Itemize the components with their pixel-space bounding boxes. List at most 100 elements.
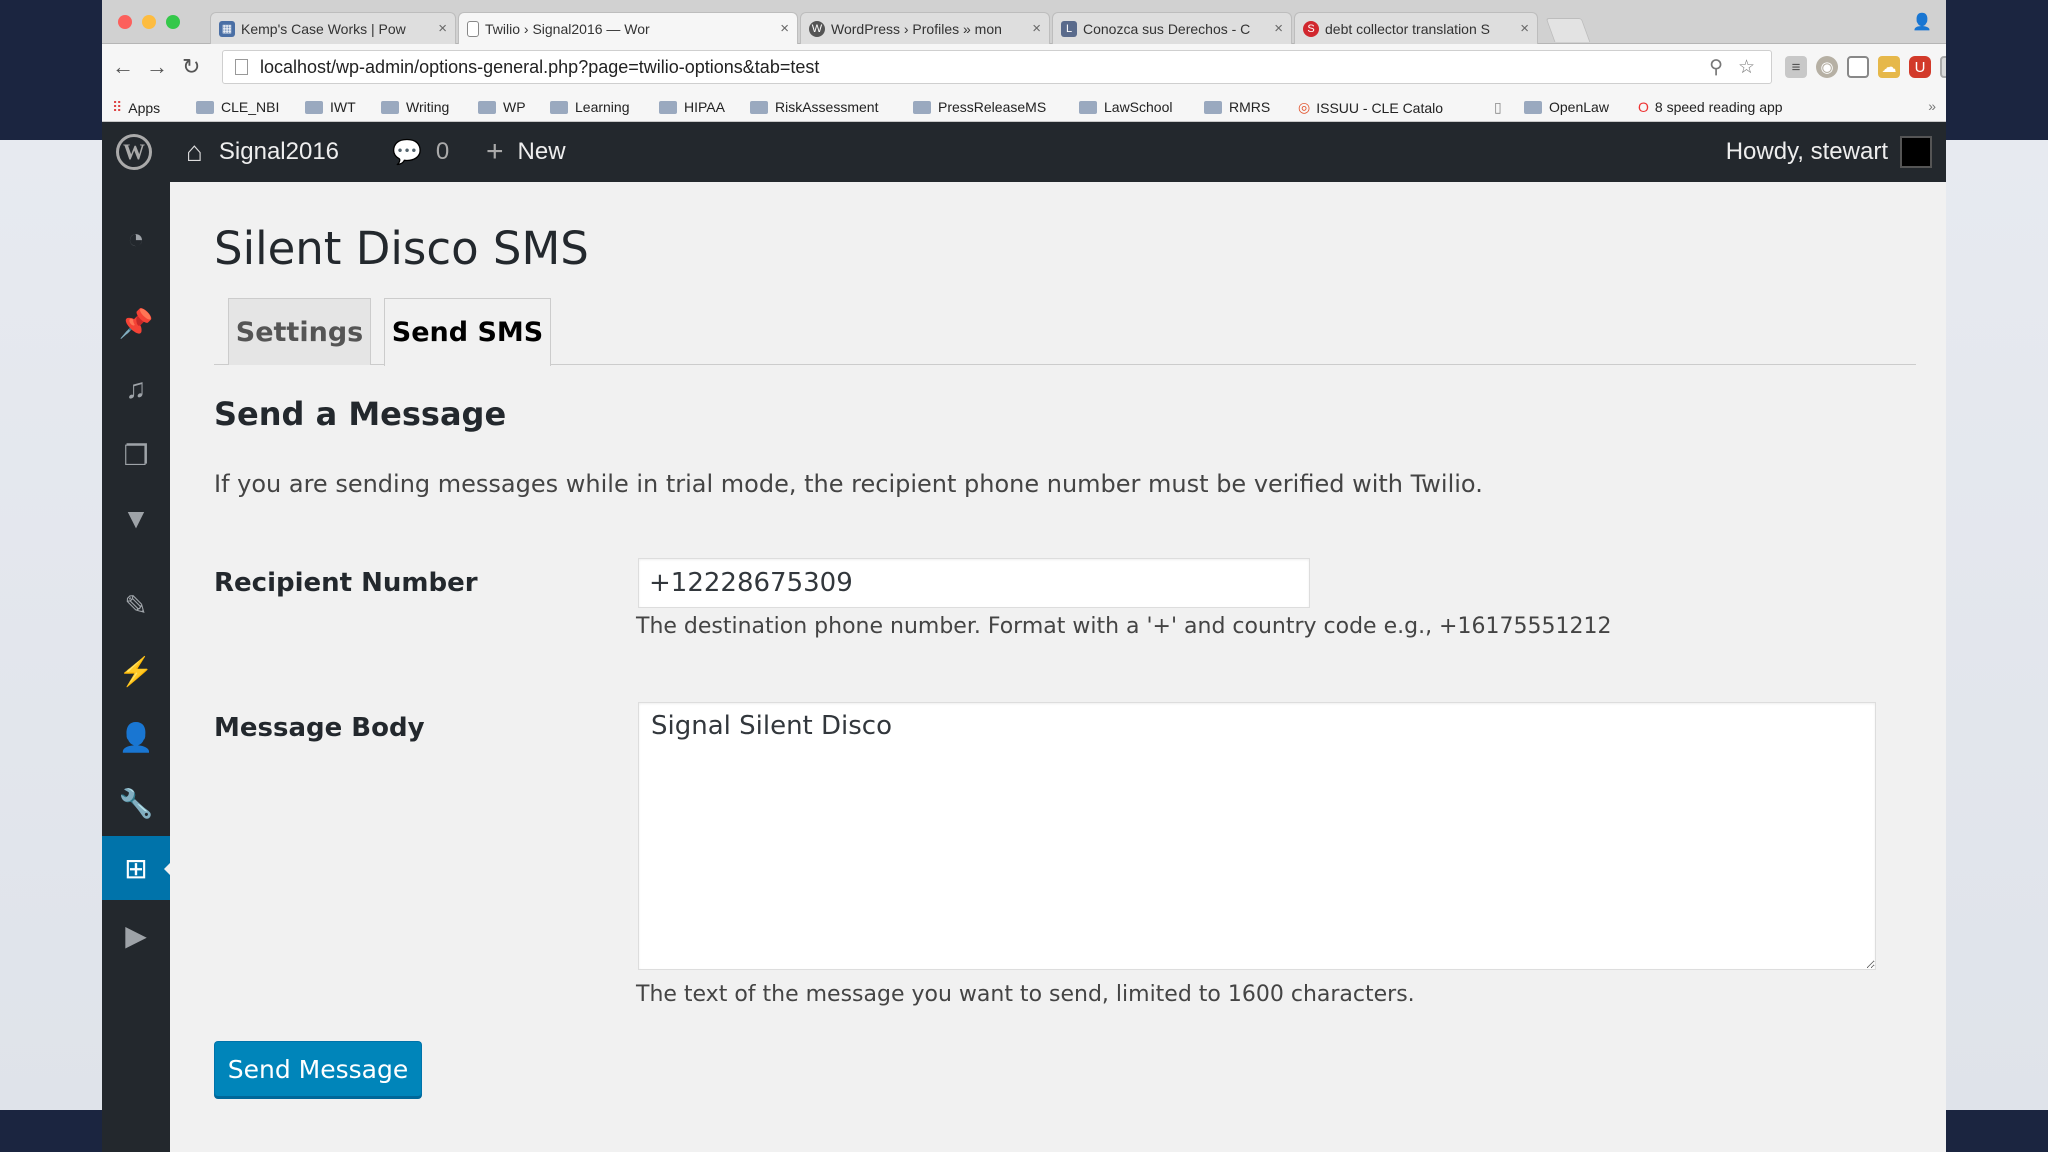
- comment-bubble-icon: 💬: [392, 138, 422, 166]
- apps-grid-icon: ⠿: [112, 99, 123, 115]
- close-tab-icon[interactable]: ×: [438, 20, 447, 37]
- site-name-link[interactable]: ⌂ Signal2016: [186, 122, 339, 182]
- new-content-link[interactable]: + New: [486, 122, 566, 182]
- message-body-description: The text of the message you want to send…: [636, 982, 1415, 1007]
- appearance-icon[interactable]: ✎: [102, 578, 170, 632]
- minimize-window-button[interactable]: [142, 15, 156, 29]
- folder-icon: [1204, 100, 1222, 114]
- tab-title: WordPress › Profiles » mon: [831, 20, 1002, 37]
- folder-icon: [913, 100, 931, 114]
- tab-title: debt collector translation S: [1325, 20, 1490, 37]
- account-menu[interactable]: Howdy, stewart: [1726, 122, 1932, 182]
- admin-menu-sidebar: ◔ 📌 ♫ ❐ ▼ ✎ ⚡ 👤 🔧 ⊞ ▶: [102, 182, 170, 1152]
- translate-icon: S: [1303, 20, 1319, 37]
- browser-tab-3[interactable]: W WordPress › Profiles » mon ×: [800, 12, 1050, 44]
- bookmarks-overflow-icon[interactable]: »: [1928, 98, 1936, 114]
- folder-icon: [478, 100, 496, 114]
- backdrop-right: [1946, 0, 2048, 1152]
- back-icon[interactable]: ←: [112, 54, 134, 80]
- close-tab-icon[interactable]: ×: [1274, 20, 1283, 37]
- dashboard-icon[interactable]: ◔: [102, 212, 170, 266]
- bookmark-folder[interactable]: CLE_NBI: [196, 99, 279, 115]
- folder-icon: [305, 100, 323, 114]
- bookmark-star-icon[interactable]: ☆: [1738, 56, 1755, 79]
- bookmark-folder[interactable]: HIPAA: [659, 99, 725, 115]
- comments-count: 0: [435, 138, 450, 165]
- recipient-number-input[interactable]: [638, 558, 1310, 608]
- browser-tab-2-active[interactable]: Twilio › Signal2016 — Wor ×: [458, 12, 798, 44]
- bookmark-speed-reading[interactable]: O8 speed reading app: [1638, 99, 1783, 115]
- users-icon[interactable]: 👤: [102, 710, 170, 764]
- close-window-button[interactable]: [118, 15, 132, 29]
- play-icon[interactable]: ▶: [102, 908, 170, 962]
- folder-icon: [550, 100, 568, 114]
- browser-window: ▦ Kemp's Case Works | Pow × Twilio › Sig…: [102, 0, 1946, 1152]
- zoom-icon[interactable]: ⚲: [1709, 56, 1723, 79]
- bookmark-page[interactable]: ▯: [1494, 99, 1508, 116]
- tab-strip: ▦ Kemp's Case Works | Pow × Twilio › Sig…: [102, 0, 1946, 44]
- settings-icon[interactable]: ⊞: [102, 836, 170, 900]
- bookmark-folder[interactable]: RiskAssessment: [750, 99, 878, 115]
- media-icon[interactable]: ♫: [102, 362, 170, 416]
- reload-icon[interactable]: ↻: [182, 54, 200, 80]
- browser-tab-5[interactable]: S debt collector translation S ×: [1294, 12, 1538, 44]
- cast-icon[interactable]: [1847, 56, 1869, 78]
- folder-icon: [381, 100, 399, 114]
- forward-icon[interactable]: →: [146, 54, 168, 80]
- extension-icon[interactable]: ◉: [1816, 56, 1838, 78]
- opera-icon: O: [1638, 99, 1649, 115]
- main-content: Silent Disco SMS Settings Send SMS Send …: [170, 182, 1946, 1152]
- browser-tab-4[interactable]: L Conozca sus Derechos - C ×: [1052, 12, 1292, 44]
- message-body-label: Message Body: [214, 713, 425, 743]
- lh-icon: L: [1061, 20, 1077, 37]
- page-icon: [235, 59, 248, 75]
- wordpress-logo-icon: W: [116, 134, 152, 170]
- new-tab-button[interactable]: [1545, 18, 1591, 42]
- backdrop-left: [0, 0, 102, 1152]
- extension-icon[interactable]: [1940, 56, 1946, 78]
- avatar: [1900, 136, 1932, 168]
- shield-icon[interactable]: U: [1909, 56, 1931, 78]
- tab-settings[interactable]: Settings: [228, 298, 371, 365]
- folder-icon: [750, 100, 768, 114]
- extension-icon[interactable]: ☁: [1878, 56, 1900, 78]
- bookmark-folder[interactable]: IWT: [305, 99, 356, 115]
- section-title: Send a Message: [214, 395, 507, 433]
- close-tab-icon[interactable]: ×: [1520, 20, 1529, 37]
- close-tab-icon[interactable]: ×: [1032, 20, 1041, 37]
- send-message-button[interactable]: Send Message: [214, 1041, 422, 1097]
- new-label: New: [517, 138, 566, 165]
- bookmark-folder[interactable]: OpenLaw: [1524, 99, 1609, 115]
- bookmark-folder[interactable]: WP: [478, 99, 526, 115]
- zoom-window-button[interactable]: [166, 15, 180, 29]
- site-name: Signal2016: [218, 138, 340, 165]
- wp-logo-menu[interactable]: W: [116, 122, 152, 182]
- page-title: Silent Disco SMS: [214, 222, 589, 275]
- bookmark-folder[interactable]: Learning: [550, 99, 630, 115]
- profile-icon[interactable]: 👤: [1912, 12, 1932, 32]
- url-text: localhost/wp-admin/options-general.php?p…: [260, 56, 820, 77]
- tools-icon[interactable]: 🔧: [102, 776, 170, 830]
- address-bar[interactable]: localhost/wp-admin/options-general.php?p…: [222, 50, 1772, 84]
- close-tab-icon[interactable]: ×: [780, 20, 789, 37]
- bookmark-folder[interactable]: Writing: [381, 99, 449, 115]
- comments-icon[interactable]: ▼: [102, 492, 170, 546]
- comments-link[interactable]: 💬 0: [392, 122, 449, 182]
- browser-tab-1[interactable]: ▦ Kemp's Case Works | Pow ×: [210, 12, 456, 44]
- message-body-textarea[interactable]: Signal Silent Disco: [638, 702, 1876, 970]
- tab-send-sms[interactable]: Send SMS: [384, 298, 551, 366]
- page-icon: ▯: [1494, 99, 1502, 115]
- pages-icon[interactable]: ❐: [102, 428, 170, 482]
- posts-pin-icon[interactable]: 📌: [102, 296, 170, 350]
- tab-title: Kemp's Case Works | Pow: [241, 20, 406, 37]
- tab-title: Twilio › Signal2016 — Wor: [485, 20, 650, 37]
- bookmark-issuu[interactable]: ◎ ISSUU - CLE Catalo: [1298, 99, 1443, 116]
- bookmark-folder[interactable]: LawSchool: [1079, 99, 1173, 115]
- bookmark-folder[interactable]: RMRS: [1204, 99, 1270, 115]
- bookmark-apps[interactable]: ⠿ Apps: [112, 99, 160, 116]
- bookmark-folder[interactable]: PressReleaseMS: [913, 99, 1046, 115]
- plugins-icon[interactable]: ⚡: [102, 644, 170, 698]
- recipient-number-description: The destination phone number. Format wit…: [636, 614, 1612, 639]
- wordpress-icon: W: [809, 20, 825, 37]
- extension-icon[interactable]: ≡: [1785, 56, 1807, 78]
